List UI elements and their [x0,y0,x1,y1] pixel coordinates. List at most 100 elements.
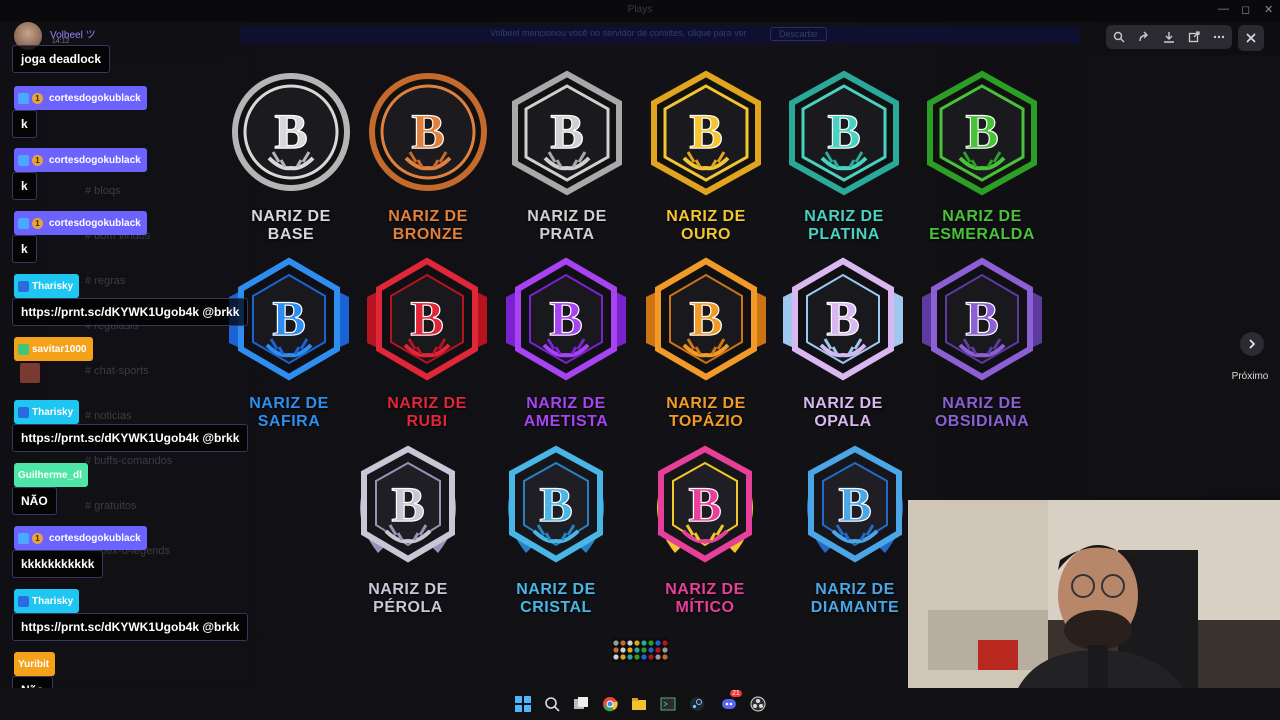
badge-emblem-icon: B [783,257,903,381]
rank-badge: B NARIZ DE AMETISTA [496,257,636,431]
rank-badge: B NARIZ DE BRONZE [358,70,498,244]
badge-emblem-icon: B [369,73,487,191]
subscriber-badge-icon [18,217,29,229]
subscriber-badge-icon [18,92,29,104]
badge-label: NARIZ DE TOPÁZIO [666,395,746,430]
chat-message: kkkkkkkkkkk [12,550,104,578]
chat-username-text: cortesdogokublack [49,532,141,544]
more-icon[interactable] [1210,28,1228,46]
search-icon[interactable] [541,693,563,715]
subscriber-badge-icon [18,280,29,292]
chat-message: https://prnt.sc/dKYWK1Ugob4k @brkk [12,298,249,326]
background-member-panel [1085,55,1280,495]
file-explorer-icon[interactable] [628,693,650,715]
badge-label: NARIZ DE PLATINA [804,208,884,243]
chat-message: k [12,172,37,200]
badge-emblem-icon: B [927,70,1037,196]
next-image-button[interactable] [1240,332,1264,356]
rank-badge: B NARIZ DE TOPÁZIO [636,257,776,431]
rank-badge: B NARIZ DE OURO [636,70,776,244]
chat-username-text: Guilherme_dl [18,469,82,481]
coin-icon: 1 [32,532,43,544]
badge-emblem-icon: B [506,257,626,381]
chrome-icon[interactable] [599,693,621,715]
svg-text:B: B [688,476,721,532]
coin-icon: 1 [32,154,43,166]
badge-label: NARIZ DE OPALA [803,395,883,430]
terminal-icon[interactable] [657,693,679,715]
chat-username: Yuribit [14,652,56,676]
chat-username: Tharisky [14,274,80,298]
svg-text:B: B [827,103,860,159]
windows-start-icon[interactable] [512,693,534,715]
badge-label: NARIZ DE OBSIDIANA [934,395,1030,430]
chat-username-text: Tharisky [32,406,74,418]
badge-emblem-icon: B [646,257,766,381]
subscriber-badge-icon [18,595,29,607]
discord-icon[interactable]: 21 [718,690,742,715]
badge-emblem-icon: B [789,70,899,196]
svg-text:B: B [550,103,583,159]
chat-username-text: Tharisky [32,280,74,292]
close-window-icon[interactable]: ✕ [1264,3,1273,16]
chat-message: joga deadlock [12,45,111,73]
image-thumbnail-strip[interactable] [612,638,668,662]
chat-message: https://prnt.sc/dKYWK1Ugob4k @brkk [12,424,249,452]
rank-badge: B NARIZ DE PRATA [497,70,637,244]
dismiss-button[interactable]: Descartar [770,27,828,41]
download-icon[interactable] [1160,28,1178,46]
subscriber-badge-icon [18,406,29,418]
rank-badge: B NARIZ DE PLATINA [774,70,914,244]
badge-emblem-icon: B [922,257,1042,381]
badge-label: NARIZ DE RUBI [387,395,467,430]
minimize-icon[interactable]: — [1218,3,1229,15]
svg-text:B: B [826,290,859,346]
badge-label: NARIZ DE PRATA [527,208,607,243]
badge-label: NARIZ DE OURO [666,208,746,243]
badge-label: NARIZ DE AMETISTA [523,395,609,430]
badge-emblem-icon: B [367,257,487,381]
chat-username-text: Tharisky [32,595,74,607]
rank-badge: B NARIZ DE ESMERALDA [912,70,1052,244]
badge-emblem-icon: B [360,445,456,563]
stream-chat-overlay: Volbeel ツ 14:12 joga deadlock 1 cortesdog… [0,0,250,720]
chat-username-text: cortesdogokublack [49,217,141,229]
chat-username: Tharisky [14,589,80,613]
badge-label: NARIZ DE DIAMANTE [810,581,900,616]
rank-badge: B NARIZ DE CRISTAL [486,443,626,617]
svg-text:B: B [689,103,722,159]
svg-text:B: B [410,290,443,346]
badge-label: NARIZ DE PÉROLA [368,581,448,616]
svg-text:B: B [965,290,998,346]
subscriber-badge-icon [18,154,29,166]
zoom-icon[interactable] [1110,28,1128,46]
chat-username-text: cortesdogokublack [49,154,141,166]
webcam-feed [908,500,1280,720]
svg-text:B: B [391,476,424,532]
chat-message: k [12,110,37,138]
chat-username: 1 cortesdogokublack [14,526,147,550]
open-external-icon[interactable] [1185,28,1203,46]
maximize-icon[interactable]: ◻ [1241,3,1250,16]
close-viewer-button[interactable] [1238,25,1264,51]
rank-badge: B NARIZ DE DIAMANTE [785,443,925,617]
svg-text:B: B [274,103,307,159]
chat-username-text: cortesdogokublack [49,92,141,104]
svg-text:B: B [838,476,871,532]
obs-icon[interactable] [747,693,769,715]
screen: # bloqs # bom vindos # regras # regulasis # … [0,0,1280,720]
task-view-icon[interactable] [570,693,592,715]
steam-icon[interactable] [686,693,708,715]
rank-badge: B NARIZ DE PÉROLA [338,443,478,617]
chat-username-text: savitar1000 [32,343,87,355]
svg-text:B: B [272,290,305,346]
badge-emblem-icon: B [657,445,753,563]
chat-username: savitar1000 [14,337,93,361]
badge-emblem-icon: B [651,70,761,196]
next-tooltip: Próximo [1224,366,1276,386]
rank-badge: B NARIZ DE OBSIDIANA [912,257,1052,431]
chat-username: Tharisky [14,400,80,424]
chat-emote [20,363,40,383]
svg-text:B: B [965,103,998,159]
forward-icon[interactable] [1135,28,1153,46]
